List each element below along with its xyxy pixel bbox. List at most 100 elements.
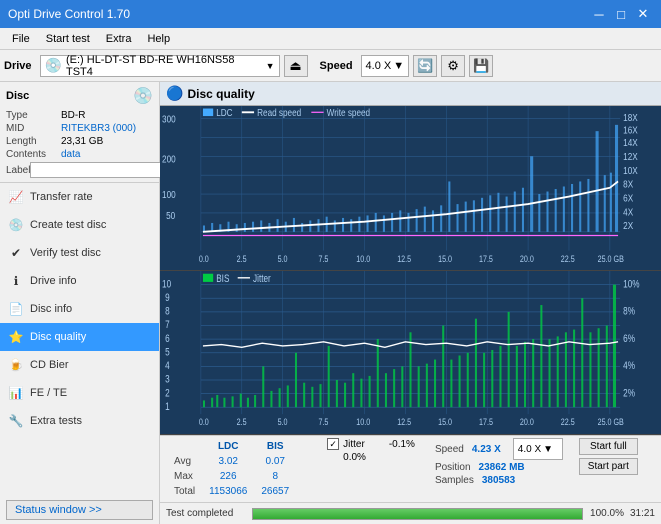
charts-area: 300 200 100 50 18X 16X 14X 12X 10X 8X 6X… (160, 106, 661, 435)
table-row-avg: Avg 3.02 0.07 (168, 455, 309, 468)
type-value: BD-R (61, 110, 85, 121)
svg-text:17.5: 17.5 (479, 254, 493, 264)
maximize-button[interactable]: □ (611, 4, 631, 24)
verify-test-disc-icon: ✔ (8, 246, 24, 260)
save-button[interactable]: 💾 (469, 55, 493, 77)
app-title: Opti Drive Control 1.70 (8, 7, 130, 21)
jitter-row: ✓ Jitter -0.1% (327, 438, 415, 450)
svg-text:6%: 6% (623, 332, 635, 344)
speed-select[interactable]: 4.0 X ▼ (361, 55, 410, 77)
jitter-checkbox[interactable]: ✓ (327, 438, 339, 450)
svg-text:10.0: 10.0 (356, 254, 370, 264)
svg-text:6X: 6X (623, 193, 633, 204)
disc-icon: 💿 (133, 86, 153, 106)
drive-label: Drive (4, 60, 32, 72)
avg-jitter: -0.1% (389, 439, 415, 450)
svg-text:7.5: 7.5 (318, 415, 328, 426)
sidebar: Disc 💿 Type BD-R MID RITEKBR3 (000) Leng… (0, 82, 160, 524)
menu-extra[interactable]: Extra (98, 31, 140, 47)
status-window-button[interactable]: Status window >> (6, 500, 153, 520)
svg-text:2.5: 2.5 (237, 415, 247, 426)
jitter-label: Jitter (343, 439, 365, 450)
progress-row: Test completed 100.0% 31:21 (160, 502, 661, 524)
menu-start-test[interactable]: Start test (38, 31, 98, 47)
menu-file[interactable]: File (4, 31, 38, 47)
svg-text:22.5: 22.5 (561, 254, 575, 264)
svg-text:BIS: BIS (216, 272, 229, 284)
create-test-disc-icon: 💿 (8, 218, 24, 232)
total-ldc: 1153066 (203, 485, 253, 498)
sidebar-item-transfer-rate[interactable]: 📈 Transfer rate (0, 183, 159, 211)
menubar: File Start test Extra Help (0, 28, 661, 50)
avg-label: Avg (168, 455, 201, 468)
max-label: Max (168, 470, 201, 483)
max-bis: 8 (255, 470, 295, 483)
svg-text:3: 3 (165, 373, 170, 385)
sidebar-item-label-disc-info: Disc info (30, 303, 72, 315)
sidebar-item-label-transfer-rate: Transfer rate (30, 191, 93, 203)
sidebar-item-label-extra-tests: Extra tests (30, 415, 82, 427)
disc-panel-title: Disc (6, 90, 29, 102)
position-value: 23862 MB (479, 462, 525, 473)
minimize-button[interactable]: ─ (589, 4, 609, 24)
svg-text:20.0: 20.0 (520, 415, 534, 426)
menu-help[interactable]: Help (139, 31, 178, 47)
svg-text:22.5: 22.5 (561, 415, 575, 426)
sidebar-item-extra-tests[interactable]: 🔧 Extra tests (0, 407, 159, 435)
svg-text:18X: 18X (623, 112, 638, 123)
svg-text:Read speed: Read speed (257, 107, 301, 118)
svg-text:10X: 10X (623, 165, 638, 176)
stats-bar: LDC BIS Avg 3.02 0.07 Max 226 8 T (160, 435, 661, 502)
svg-text:Write speed: Write speed (327, 107, 370, 118)
start-part-button[interactable]: Start part (579, 458, 638, 475)
disc-info-icon: 📄 (8, 302, 24, 316)
speed-info-row: Speed 4.23 X 4.0 X ▼ (435, 438, 563, 460)
drive-info-icon: ℹ (8, 274, 24, 288)
start-full-button[interactable]: Start full (579, 438, 638, 455)
bis-chart-svg: 10 9 8 7 6 5 4 3 2 1 10% 8% 6% 4% 2% (160, 271, 661, 435)
speed-select-stats-value: 4.0 X (518, 444, 541, 455)
mid-value: RITEKBR3 (000) (61, 123, 136, 134)
window-controls: ─ □ ✕ (589, 4, 653, 24)
sidebar-item-verify-test-disc[interactable]: ✔ Verify test disc (0, 239, 159, 267)
svg-text:0.0: 0.0 (199, 254, 209, 264)
svg-text:5.0: 5.0 (278, 415, 288, 426)
svg-text:7: 7 (165, 319, 170, 331)
sidebar-item-disc-info[interactable]: 📄 Disc info (0, 295, 159, 323)
svg-text:25.0 GB: 25.0 GB (598, 415, 625, 426)
disc-quality-header-icon: 🔵 (166, 85, 183, 102)
drive-select[interactable]: 💿 (E:) HL-DT-ST BD-RE WH16NS58 TST4 ▼ (40, 55, 280, 77)
samples-value: 380583 (482, 475, 515, 486)
contents-label: Contents (6, 149, 61, 160)
label-input[interactable] (30, 162, 168, 178)
stats-table: LDC BIS Avg 3.02 0.07 Max 226 8 T (166, 438, 311, 500)
close-button[interactable]: ✕ (633, 4, 653, 24)
sidebar-item-fe-te[interactable]: 📊 FE / TE (0, 379, 159, 407)
speed-select-stats[interactable]: 4.0 X ▼ (513, 438, 563, 460)
eject-button[interactable]: ⏏ (284, 55, 308, 77)
sidebar-item-disc-quality[interactable]: ⭐ Disc quality (0, 323, 159, 351)
ldc-chart-svg: 300 200 100 50 18X 16X 14X 12X 10X 8X 6X… (160, 106, 661, 270)
col-header-ldc: LDC (203, 440, 253, 453)
chart-ldc: 300 200 100 50 18X 16X 14X 12X 10X 8X 6X… (160, 106, 661, 271)
table-row-total: Total 1153066 26657 (168, 485, 309, 498)
settings-button[interactable]: ⚙ (441, 55, 465, 77)
progress-label: Test completed (166, 508, 246, 519)
start-buttons: Start full Start part (579, 438, 638, 475)
length-value: 23,31 GB (61, 136, 103, 147)
max-jitter-row: 0.0% (327, 452, 415, 463)
position-label: Position (435, 462, 471, 473)
svg-text:2X: 2X (623, 220, 633, 231)
sidebar-item-drive-info[interactable]: ℹ Drive info (0, 267, 159, 295)
sidebar-item-create-test-disc[interactable]: 💿 Create test disc (0, 211, 159, 239)
svg-text:12X: 12X (623, 151, 638, 162)
extra-tests-icon: 🔧 (8, 414, 24, 428)
svg-text:1: 1 (165, 400, 170, 412)
progress-time: 31:21 (630, 508, 655, 519)
svg-text:0.0: 0.0 (199, 415, 209, 426)
fe-te-icon: 📊 (8, 386, 24, 400)
sidebar-item-label-drive-info: Drive info (30, 275, 76, 287)
refresh-button[interactable]: 🔄 (413, 55, 437, 77)
speed-select-stats-arrow: ▼ (543, 444, 553, 455)
sidebar-item-cd-bier[interactable]: 🍺 CD Bier (0, 351, 159, 379)
